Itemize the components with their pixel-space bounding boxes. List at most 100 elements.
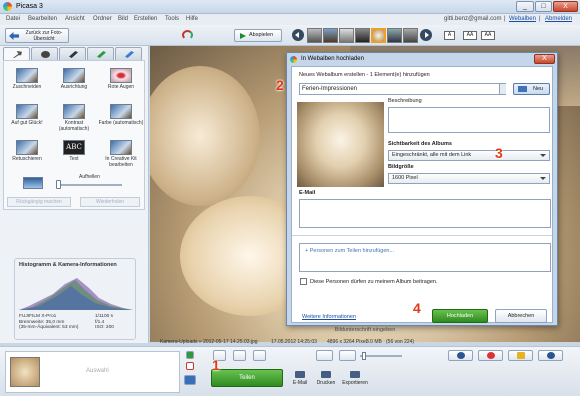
previous-photo-icon[interactable] (292, 29, 304, 41)
basic-fixes-grid: Zuschneiden Ausrichtung Rote Augen Auf g… (3, 60, 145, 210)
photo-info-bar: Kamera-Uploads » 2012-05-17 14.25.03.jpg… (150, 338, 580, 346)
menu-datei[interactable]: Datei (6, 16, 20, 22)
feeling-lucky-tool[interactable]: Auf gut Glück! (4, 104, 50, 136)
redeye-label: Rote Augen (107, 84, 135, 90)
description-label: Beschreibung (388, 98, 422, 104)
hold-icon[interactable] (186, 351, 194, 359)
album-name-input[interactable]: Ferien-Impressionen (299, 83, 506, 95)
properties-button[interactable] (538, 350, 563, 361)
upload-button[interactable]: Hochladen (432, 309, 488, 323)
menu-bearbeiten[interactable]: Bearbeiten (28, 16, 57, 22)
dialog-title: In Webalben hochladen (301, 56, 364, 62)
rotate-left-icon[interactable] (233, 350, 246, 361)
fill-light-preview (23, 177, 43, 189)
minimize-button[interactable]: _ (516, 1, 534, 12)
creative-kit-tool[interactable]: In Creative Kit bearbeiten (98, 140, 144, 172)
webalben-link[interactable]: Webalben (509, 16, 536, 22)
filmstrip-thumb[interactable] (339, 28, 354, 43)
photo-tray: Auswahl (5, 351, 180, 393)
text-size-small-button[interactable]: A (444, 31, 455, 40)
size-select[interactable]: 1600 Pixel (388, 173, 550, 184)
dialog-close-button[interactable]: X (534, 54, 555, 64)
fill-light-slider[interactable] (56, 180, 122, 189)
photo-count: (56 von 224) (386, 339, 415, 345)
cancel-button[interactable]: Abbrechen (495, 309, 547, 323)
share-button[interactable]: Teilen (211, 369, 283, 387)
auto-contrast-tool[interactable]: Kontrast (automatisch) (51, 104, 97, 136)
menu-erstellen[interactable]: Erstellen (134, 16, 157, 22)
description-input[interactable] (388, 107, 550, 133)
tab-basic-fixes[interactable] (3, 47, 30, 61)
more-info-link[interactable]: Weitere Informationen (302, 314, 356, 320)
email-button[interactable]: E-Mail (287, 369, 313, 389)
people-button[interactable] (448, 350, 473, 361)
filmstrip-thumb[interactable] (387, 28, 402, 43)
lucky-icon (16, 104, 38, 119)
creative-kit-icon (110, 140, 132, 155)
menu-bild[interactable]: Bild (118, 16, 128, 22)
crop-tool[interactable]: Zuschneiden (4, 68, 50, 100)
slider-knob[interactable] (56, 180, 61, 189)
new-album-button[interactable]: Neu (513, 83, 550, 95)
filmstrip-thumb[interactable] (403, 28, 418, 43)
visibility-label: Sichtbarkeit des Albums (388, 141, 452, 147)
text-tool[interactable]: ABC Text (51, 140, 97, 172)
slideshow-play-button[interactable]: Abspielen (234, 29, 282, 42)
straighten-icon (63, 68, 85, 83)
filmstrip-thumb[interactable] (307, 28, 322, 43)
back-to-overview-button[interactable]: Zurück zur Foto-Übersicht (5, 28, 69, 43)
maximize-button[interactable]: □ (535, 1, 552, 12)
view-single-icon[interactable] (316, 350, 333, 361)
tab-effects-blue[interactable] (115, 47, 142, 60)
retouch-tool[interactable]: Retuschieren (4, 140, 50, 172)
straighten-tool[interactable]: Ausrichtung (51, 68, 97, 100)
places-button[interactable] (478, 350, 503, 361)
undo-button[interactable]: Rückgängig machen (7, 197, 71, 207)
menu-ansicht[interactable]: Ansicht (65, 16, 85, 22)
tags-button[interactable] (508, 350, 533, 361)
menu-separator: | (539, 16, 541, 22)
album-dropdown-arrow[interactable] (499, 84, 506, 94)
callout-number: 1 (212, 357, 220, 373)
photo-pastry (150, 66, 260, 206)
exif-camera-info: FUJIFILM X-Pro1 Brennweite: 35,0 mm (35-… (19, 314, 79, 330)
edit-panel: Zuschneiden Ausrichtung Rote Augen Auf g… (0, 46, 149, 343)
tray-thumbnail[interactable] (10, 357, 40, 387)
dialog-title-bar: In Webalben hochladen (287, 53, 557, 65)
menu-hilfe[interactable]: Hilfe (186, 16, 198, 22)
caption-field[interactable]: Bildunterschrift eingeben (150, 327, 580, 337)
photo-dimensions: 4896 x 3264 Pixel (327, 339, 367, 345)
straighten-label: Ausrichtung (60, 84, 88, 90)
menu-tools[interactable]: Tools (165, 16, 179, 22)
auto-color-tool[interactable]: Farbe (automatisch) (98, 104, 144, 136)
email-message-input[interactable] (299, 199, 551, 228)
color-wheel-icon[interactable] (182, 30, 193, 40)
text-size-large-button[interactable]: AA (481, 31, 495, 40)
tab-effects-green[interactable] (87, 47, 114, 60)
zoom-knob[interactable] (362, 352, 366, 360)
export-button[interactable]: Exportieren (340, 369, 370, 389)
text-size-medium-button[interactable]: AA (463, 31, 477, 40)
allow-contribute-checkbox[interactable] (300, 278, 307, 285)
filmstrip-thumb[interactable] (323, 28, 338, 43)
filmstrip-thumb-selected[interactable] (371, 28, 386, 43)
abmelden-link[interactable]: Abmelden (545, 16, 572, 22)
menu-ordner[interactable]: Ordner (93, 16, 112, 22)
redeye-tool[interactable]: Rote Augen (98, 68, 144, 100)
view-grid-icon[interactable] (339, 350, 356, 361)
back-label: Zurück zur Foto-Übersicht (25, 30, 63, 42)
rotate-right-icon[interactable] (253, 350, 266, 361)
add-people-field[interactable]: + Personen zum Teilen hinzufügen... (299, 243, 551, 272)
clear-icon[interactable] (186, 362, 194, 370)
close-window-button[interactable]: X (553, 1, 578, 12)
print-button[interactable]: Drucken (313, 369, 339, 389)
visibility-select[interactable]: Eingeschränkt, alle mit dem Link (388, 150, 550, 161)
next-photo-icon[interactable] (420, 29, 432, 41)
zoom-slider[interactable] (360, 352, 402, 360)
add-to-album-icon[interactable] (184, 375, 196, 385)
tab-effects[interactable] (59, 47, 86, 60)
filmstrip-thumb[interactable] (355, 28, 370, 43)
redo-button[interactable]: Wiederholen (80, 197, 140, 207)
tab-tuning[interactable] (31, 47, 58, 60)
lucky-label: Auf gut Glück! (11, 120, 43, 126)
